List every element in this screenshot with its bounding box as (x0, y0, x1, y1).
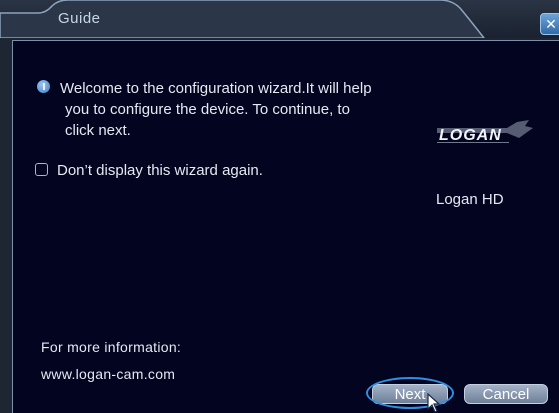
welcome-line-2: you to configure the device. To continue… (65, 101, 350, 118)
title-bar: Guide ✕ (0, 0, 559, 38)
website-link[interactable]: www.logan-cam.com (41, 366, 175, 382)
window-title: Guide (58, 10, 101, 27)
dont-display-checkbox-label[interactable]: Don’t display this wizard again. (57, 162, 263, 179)
close-button[interactable]: ✕ (540, 13, 559, 35)
more-info-label: For more information: (41, 339, 182, 355)
welcome-line-3: click next. (65, 122, 131, 139)
welcome-line-1: Welcome to the configuration wizard.It w… (60, 80, 372, 97)
info-icon (37, 80, 50, 93)
cancel-button[interactable]: Cancel (464, 384, 548, 404)
dont-display-checkbox[interactable] (35, 163, 48, 176)
close-icon: ✕ (545, 16, 557, 32)
logo-wordmark: LOGAN (439, 127, 502, 144)
guide-window: Guide ✕ Welcome to the configuration wiz… (0, 0, 559, 413)
welcome-message: Welcome to the configuration wizard.It w… (60, 78, 440, 141)
logan-logo: LOGAN (437, 108, 537, 157)
mouse-cursor-icon (427, 393, 441, 413)
brand-name: Logan HD (436, 191, 504, 208)
